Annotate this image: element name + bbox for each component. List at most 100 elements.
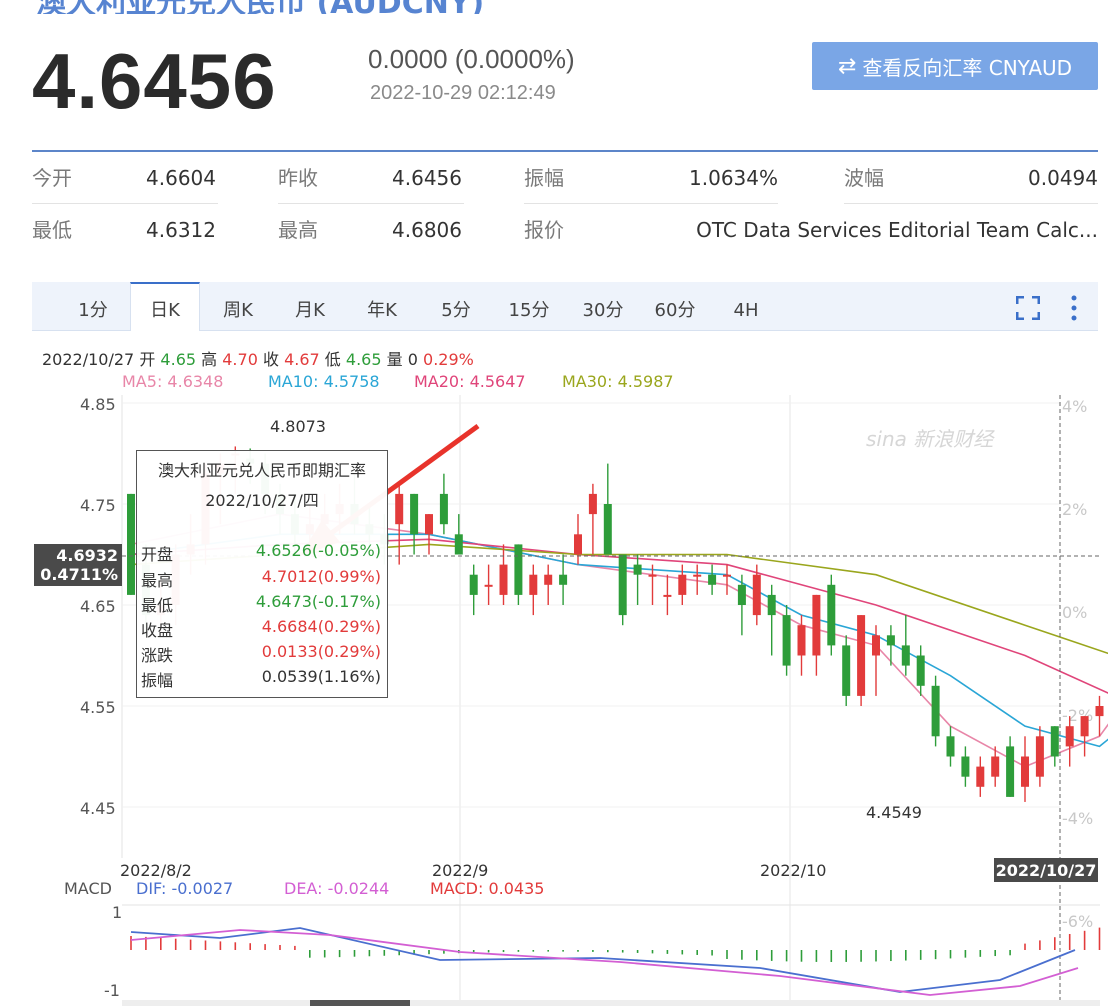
- watermark-logo: sina 新浪财经: [866, 427, 995, 451]
- candle-body: [827, 584, 836, 646]
- candle-body: [1006, 746, 1015, 797]
- macd-value: MACD: 0.0435: [430, 879, 544, 898]
- candle: [708, 564, 717, 595]
- candle: [1006, 736, 1015, 797]
- candle-body: [425, 514, 433, 535]
- macd-dif: DIF: -0.0027: [136, 879, 233, 898]
- candle: [961, 746, 970, 787]
- candle: [439, 473, 448, 535]
- candle-body: [737, 584, 746, 605]
- candle: [663, 574, 672, 616]
- candle-body: [1050, 726, 1059, 757]
- low-annotation: 4.4549: [866, 803, 922, 822]
- candle: [425, 514, 433, 555]
- candle: [603, 463, 612, 555]
- scrollbar-track[interactable]: [122, 1000, 1100, 1006]
- candle-body: [723, 574, 731, 577]
- candle-body: [797, 625, 806, 656]
- tooltip-title: 澳大利亚元兑人民币即期汇率: [157, 461, 366, 480]
- candle: [1080, 716, 1089, 757]
- candle: [782, 605, 791, 676]
- tooltip-row: 收盘 4.6684(0.29%): [141, 617, 381, 640]
- candle-body: [946, 736, 955, 757]
- candle-body: [454, 534, 463, 555]
- candle-body: [127, 493, 135, 595]
- candle-body: [872, 635, 880, 656]
- x-label: 2022/10: [760, 861, 826, 880]
- tooltip-date: 2022/10/27/四: [205, 491, 319, 510]
- candle-body: [648, 574, 657, 577]
- macd-dea: DEA: -0.0244: [284, 879, 389, 898]
- candle-body: [588, 493, 597, 515]
- right-tick-label: 4%: [1062, 397, 1087, 416]
- candle-body: [931, 685, 940, 737]
- high-annotation: 4.8073: [270, 417, 326, 436]
- right-tick-label: 2%: [1062, 500, 1087, 519]
- candle-body: [1080, 716, 1089, 737]
- candle: [499, 544, 508, 605]
- tooltip-row: 振幅 0.0539(1.16%): [141, 667, 381, 690]
- candle: [916, 645, 925, 696]
- y-tick-label: 4.85: [80, 395, 116, 414]
- candle: [723, 564, 731, 595]
- candle-body: [961, 756, 970, 777]
- candle: [812, 594, 821, 676]
- y-tick-label: 4.75: [80, 496, 116, 515]
- y-tick-label: 4.65: [80, 597, 116, 616]
- macd-dea-line: [130, 929, 1079, 996]
- candle-body: [916, 655, 925, 686]
- x-label: 2022/9: [432, 861, 488, 880]
- candle: [529, 564, 538, 616]
- candle: [946, 726, 955, 767]
- macd-y-bottom: -1: [104, 981, 120, 1000]
- crosshair-pct: 0.4711%: [40, 565, 118, 584]
- macd-label: MACD: [64, 879, 112, 898]
- right-tick-label: -6%: [1062, 912, 1093, 931]
- scrollbar-thumb[interactable]: [310, 1000, 410, 1006]
- candle-body: [529, 574, 538, 595]
- candle-body: [514, 544, 523, 595]
- candle: [588, 483, 597, 555]
- candle: [857, 615, 866, 706]
- candle-body: [633, 564, 642, 575]
- tooltip-row: 涨跌 0.0133(0.29%): [141, 642, 381, 665]
- candle-body: [544, 574, 553, 585]
- candle: [1035, 726, 1044, 787]
- candle: [1021, 736, 1029, 802]
- tooltip-row: 最高 4.7012(0.99%): [141, 567, 381, 590]
- right-tick-label: 0%: [1062, 603, 1087, 622]
- candle: [633, 554, 642, 605]
- y-tick-label: 4.45: [80, 799, 116, 818]
- candle-body: [693, 574, 702, 577]
- candle-body: [1065, 726, 1074, 747]
- candle-body: [439, 493, 448, 525]
- crosshair-price: 4.6932: [56, 546, 118, 565]
- candle: [574, 514, 582, 565]
- candle: [872, 625, 880, 696]
- candle: [901, 615, 910, 676]
- candle-body: [499, 564, 508, 595]
- candle: [1050, 726, 1059, 767]
- candle-body: [469, 574, 478, 595]
- tooltip-row: 最低 4.6473(-0.17%): [141, 592, 381, 615]
- candle-body: [857, 615, 866, 696]
- candle: [469, 564, 478, 616]
- candle-body: [708, 574, 717, 585]
- candle-tooltip: 澳大利亚元兑人民币即期汇率 2022/10/27/四 开盘 4.6526(-0.0…: [136, 450, 388, 698]
- candle: [1095, 695, 1104, 737]
- macd-y-top: 1: [112, 903, 122, 922]
- candle: [931, 675, 940, 747]
- candle-body: [484, 584, 493, 587]
- candle: [648, 564, 657, 605]
- candle-body: [678, 574, 687, 595]
- candle: [767, 584, 776, 656]
- candle-body: [410, 493, 419, 535]
- candle: [544, 564, 553, 605]
- candle: [395, 483, 404, 565]
- candle-body: [1035, 736, 1044, 777]
- candle: [678, 564, 687, 605]
- candle-body: [559, 574, 568, 585]
- candle: [618, 554, 627, 626]
- candle-body: [842, 645, 851, 696]
- candle-body: [886, 635, 895, 646]
